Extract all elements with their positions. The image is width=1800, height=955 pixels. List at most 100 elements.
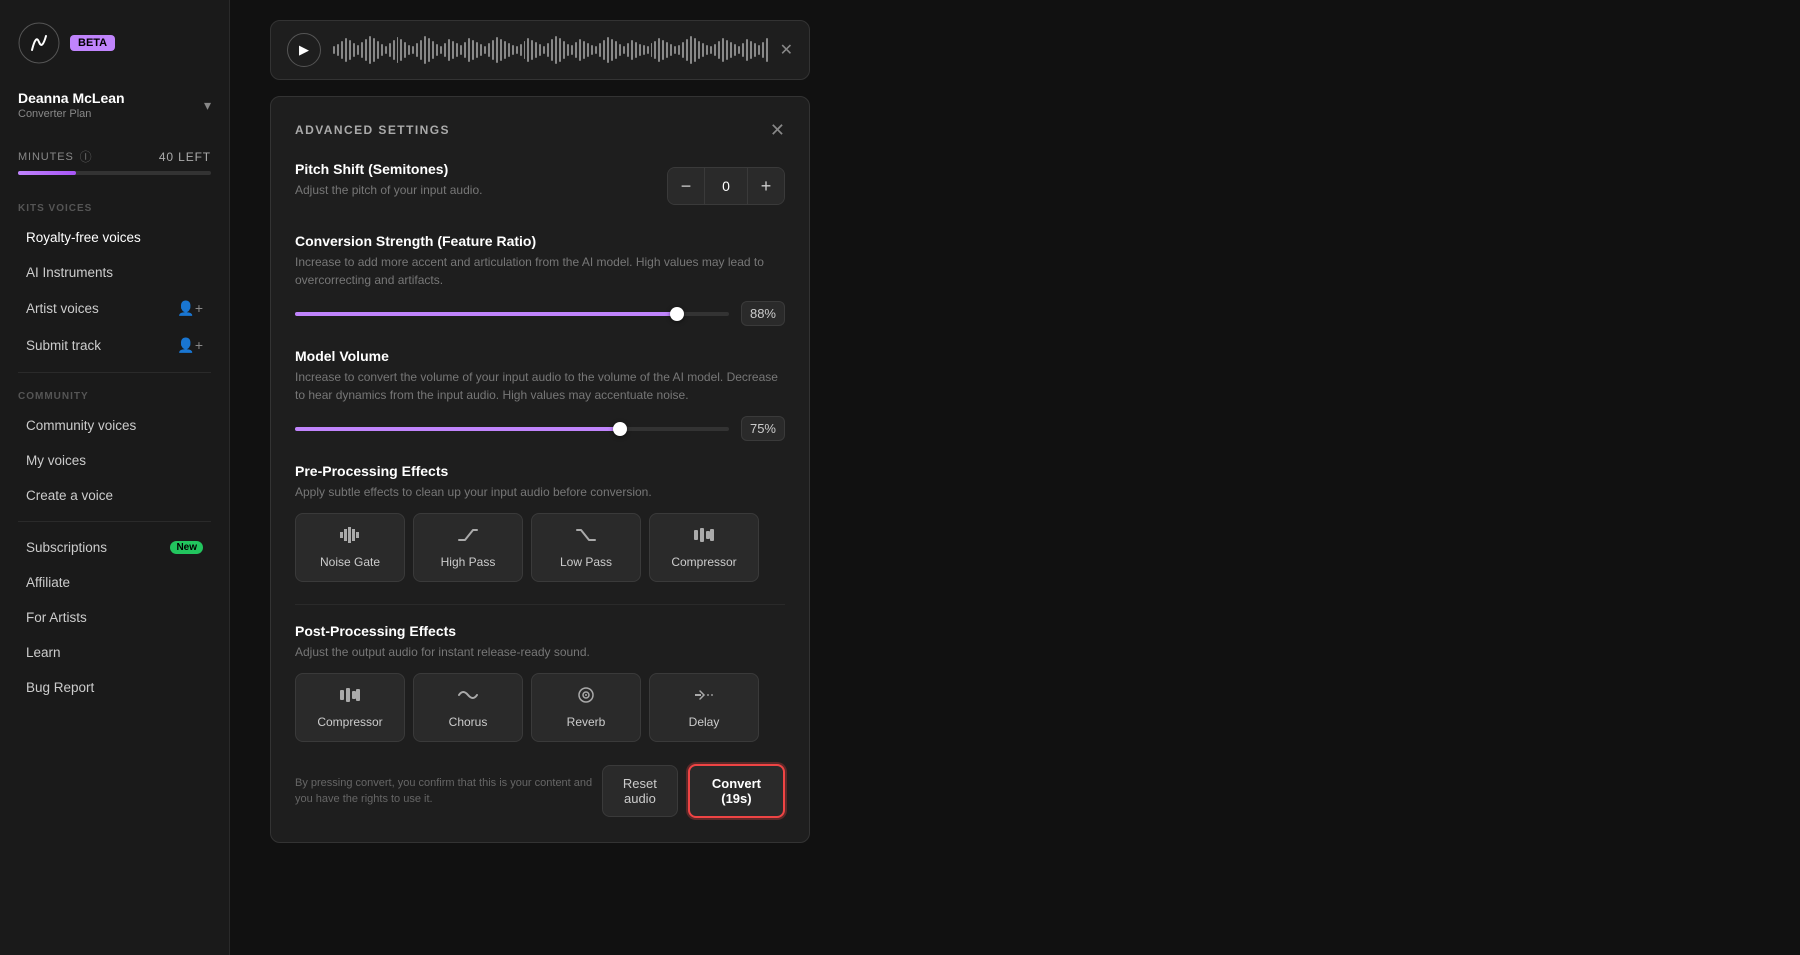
waveform-bar bbox=[746, 39, 748, 61]
waveform-bar bbox=[476, 42, 478, 58]
waveform-bar bbox=[385, 46, 387, 54]
waveform-bar bbox=[480, 44, 482, 56]
low-pass-button[interactable]: Low Pass bbox=[531, 513, 641, 582]
waveform-bar bbox=[615, 41, 617, 59]
waveform-bar bbox=[686, 39, 688, 61]
sidebar-item-subscriptions[interactable]: Subscriptions New bbox=[8, 531, 221, 564]
compressor-post-button[interactable]: Compressor bbox=[295, 673, 405, 742]
low-pass-icon bbox=[575, 526, 597, 549]
waveform-bar bbox=[492, 40, 494, 60]
waveform-bar bbox=[341, 41, 343, 59]
waveform-bar bbox=[535, 42, 537, 58]
waveform-bar bbox=[456, 43, 458, 57]
waveform-bar bbox=[658, 38, 660, 62]
minutes-progress-fill bbox=[18, 171, 76, 175]
waveform-bar bbox=[460, 45, 462, 55]
waveform-bar bbox=[500, 39, 502, 61]
waveform-bar bbox=[547, 43, 549, 57]
sidebar-item-for-artists[interactable]: For Artists bbox=[8, 601, 221, 634]
kits-voices-label: KITS VOICES bbox=[0, 193, 229, 220]
my-voices-label: My voices bbox=[26, 453, 86, 468]
conversion-strength-title: Conversion Strength (Feature Ratio) bbox=[295, 233, 785, 249]
sidebar-item-ai-instruments[interactable]: AI Instruments bbox=[8, 256, 221, 289]
play-button[interactable]: ▶ bbox=[287, 33, 321, 67]
chorus-button[interactable]: Chorus bbox=[413, 673, 523, 742]
waveform-bar bbox=[424, 36, 426, 64]
sidebar-divider-2 bbox=[18, 521, 211, 522]
sidebar-item-submit-track[interactable]: Submit track 👤+ bbox=[8, 328, 221, 363]
ai-instruments-label: AI Instruments bbox=[26, 265, 113, 280]
waveform-bar bbox=[357, 45, 359, 55]
sidebar-item-royalty-free[interactable]: Royalty-free voices bbox=[8, 221, 221, 254]
waveform-bar bbox=[345, 38, 347, 62]
panel-title: ADVANCED SETTINGS bbox=[295, 123, 450, 137]
sidebar-item-learn[interactable]: Learn bbox=[8, 636, 221, 669]
community-voices-label: Community voices bbox=[26, 418, 136, 433]
model-volume-track[interactable] bbox=[295, 427, 729, 431]
sidebar-item-affiliate[interactable]: Affiliate bbox=[8, 566, 221, 599]
model-volume-thumb bbox=[613, 422, 627, 436]
sidebar-item-artist-voices[interactable]: Artist voices 👤+ bbox=[8, 291, 221, 326]
pitch-increase-button[interactable]: + bbox=[748, 168, 784, 204]
waveform-bar bbox=[714, 44, 716, 56]
waveform-bar bbox=[599, 43, 601, 57]
compressor-post-label: Compressor bbox=[317, 715, 382, 729]
waveform-bar bbox=[591, 45, 593, 55]
conversion-strength-fill bbox=[295, 312, 677, 316]
waveform-bar bbox=[654, 41, 656, 59]
sidebar-item-my-voices[interactable]: My voices bbox=[8, 444, 221, 477]
waveform-bar bbox=[555, 36, 557, 64]
waveform-bar bbox=[436, 44, 438, 56]
waveform-bar bbox=[627, 43, 629, 57]
noise-gate-button[interactable]: Noise Gate bbox=[295, 513, 405, 582]
waveform-bar bbox=[762, 42, 764, 58]
sidebar: BETA Deanna McLean Converter Plan ▾ MINU… bbox=[0, 0, 230, 955]
waveform-bar bbox=[670, 44, 672, 56]
waveform-bar bbox=[361, 42, 363, 58]
waveform-bar bbox=[508, 43, 510, 57]
waveform-bar bbox=[639, 44, 641, 56]
sidebar-item-bug-report[interactable]: Bug Report bbox=[8, 671, 221, 704]
high-pass-button[interactable]: High Pass bbox=[413, 513, 523, 582]
conversion-strength-track[interactable] bbox=[295, 312, 729, 316]
close-player-button[interactable]: ✕ bbox=[780, 40, 793, 60]
compressor-post-icon bbox=[339, 686, 361, 709]
waveform-bar bbox=[587, 43, 589, 57]
delay-button[interactable]: Delay bbox=[649, 673, 759, 742]
pitch-decrease-button[interactable]: − bbox=[668, 168, 704, 204]
panel-header: ADVANCED SETTINGS ✕ bbox=[295, 121, 785, 139]
reset-audio-button[interactable]: Reset audio bbox=[602, 765, 678, 817]
sidebar-item-community-voices[interactable]: Community voices bbox=[8, 409, 221, 442]
compressor-pre-button[interactable]: Compressor bbox=[649, 513, 759, 582]
reverb-button[interactable]: Reverb bbox=[531, 673, 641, 742]
waveform-bar bbox=[464, 42, 466, 58]
learn-label: Learn bbox=[26, 645, 61, 660]
royalty-free-label: Royalty-free voices bbox=[26, 230, 141, 245]
conversion-strength-section: Conversion Strength (Feature Ratio) Incr… bbox=[295, 233, 785, 326]
panel-close-button[interactable]: ✕ bbox=[770, 121, 785, 139]
waveform-bar bbox=[468, 38, 470, 62]
waveform-bar bbox=[758, 45, 760, 55]
waveform-bar bbox=[412, 46, 414, 54]
waveform-bar bbox=[432, 41, 434, 59]
subscriptions-label: Subscriptions bbox=[26, 540, 107, 555]
convert-button[interactable]: Convert (19s) bbox=[688, 764, 785, 818]
waveform-bar bbox=[754, 43, 756, 57]
for-artists-label: For Artists bbox=[26, 610, 87, 625]
waveform-bar bbox=[603, 40, 605, 60]
waveform-bar bbox=[373, 38, 375, 62]
waveform-bar bbox=[428, 38, 430, 62]
waveform-bar bbox=[539, 44, 541, 56]
waveform-bar bbox=[377, 41, 379, 59]
waveform-bar bbox=[647, 46, 649, 54]
waveform-bar bbox=[504, 41, 506, 59]
waveform-bar bbox=[563, 41, 565, 59]
waveform-bar bbox=[389, 43, 391, 57]
user-menu[interactable]: Deanna McLean Converter Plan ▾ bbox=[0, 80, 229, 138]
model-volume-desc: Increase to convert the volume of your i… bbox=[295, 368, 785, 404]
waveform-bar bbox=[488, 43, 490, 57]
sidebar-item-create-voice[interactable]: Create a voice bbox=[8, 479, 221, 512]
waveform-bar bbox=[369, 36, 371, 64]
waveform-bar bbox=[420, 40, 422, 60]
high-pass-label: High Pass bbox=[441, 555, 496, 569]
